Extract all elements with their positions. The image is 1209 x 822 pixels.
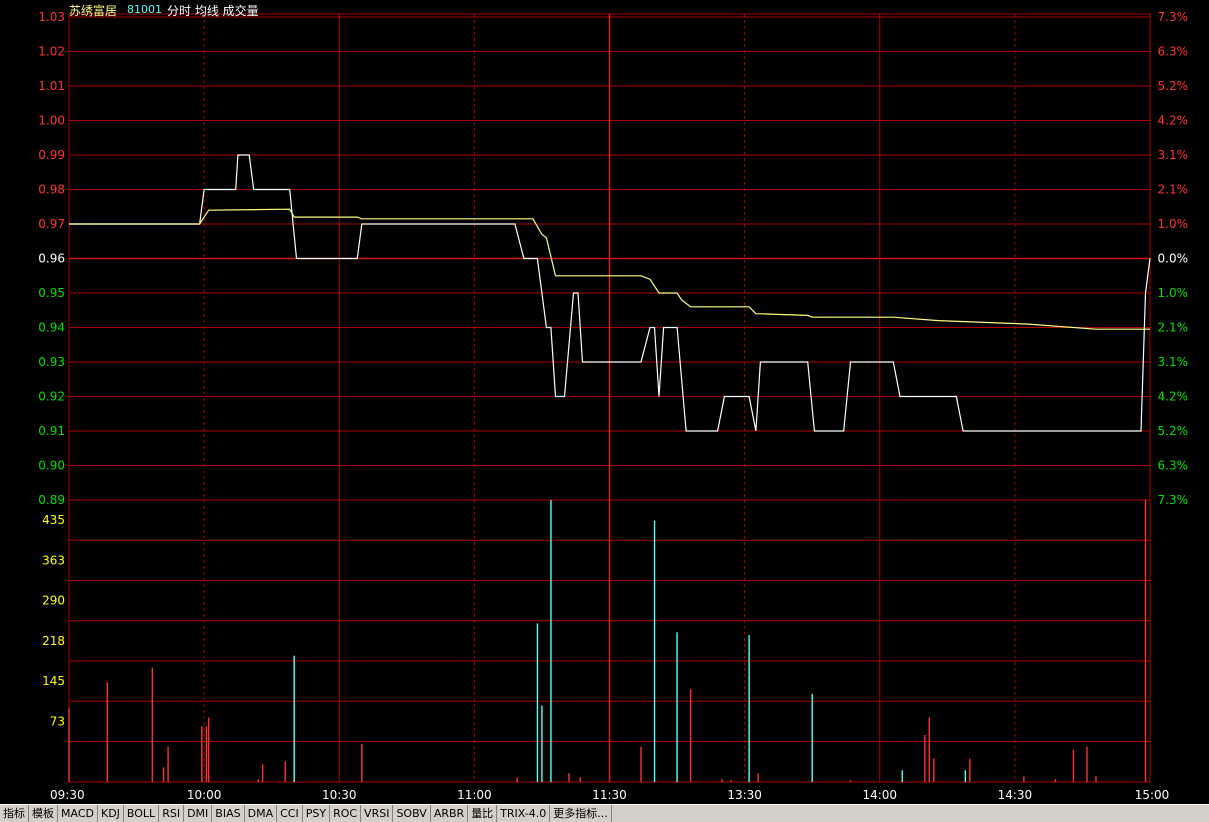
indicator-tab[interactable]: SOBV	[393, 805, 431, 822]
price-axis-label: 0.99	[38, 148, 65, 162]
percent-axis-label: 6.3%	[1158, 459, 1189, 473]
time-axis-label: 13:30	[727, 788, 762, 802]
indicator-tab[interactable]: ARBR	[431, 805, 469, 822]
percent-axis-label: 3.1%	[1158, 355, 1189, 369]
percent-axis-label: 5.2%	[1158, 79, 1189, 93]
percent-axis-label: 1.0%	[1158, 286, 1189, 300]
price-axis-label: 0.92	[38, 390, 65, 404]
price-axis-label: 0.93	[38, 355, 65, 369]
indicator-tab[interactable]: MACD	[58, 805, 98, 822]
indicator-tab[interactable]: VRSI	[361, 805, 394, 822]
price-axis-label: 0.89	[38, 493, 65, 507]
price-axis-label: 1.02	[38, 45, 65, 59]
indicator-tab[interactable]: PSY	[303, 805, 331, 822]
volume-axis-label: 145	[42, 674, 65, 688]
intraday-chart[interactable]: 1.03 1.02 1.01 1.00 0.99 0.98 0.97 0.96 0.95 0.94…	[0, 0, 1209, 804]
price-axis-label: 0.95	[38, 286, 65, 300]
stock-code: 81001	[127, 3, 162, 16]
price-axis-label: 1.01	[38, 79, 65, 93]
time-axis-label: 09:30	[50, 788, 85, 802]
indicator-tab[interactable]: ROC	[330, 805, 362, 822]
indicator-tab[interactable]: CCI	[277, 805, 303, 822]
time-axis-label: 15:00	[1135, 788, 1170, 802]
price-axis-label: 0.97	[38, 217, 65, 231]
price-axis-label: 0.94	[38, 321, 65, 335]
price-axis-label: 0.96	[38, 252, 65, 266]
time-axis-label: 14:00	[862, 788, 897, 802]
volume-axis-label: 218	[42, 634, 65, 648]
chart-indicator-label: 分时 均线 成交量	[167, 4, 259, 18]
volume-axis-label: 73	[50, 714, 65, 728]
price-axis-label: 1.03	[38, 10, 65, 24]
time-axis-label: 10:00	[187, 788, 222, 802]
time-axis-label: 14:30	[998, 788, 1033, 802]
time-axis-label: 10:30	[322, 788, 357, 802]
price-axis-label: 0.90	[38, 459, 65, 473]
percent-axis-label: 2.1%	[1158, 321, 1189, 335]
time-axis-label: 11:00	[457, 788, 492, 802]
indicator-tab[interactable]: TRIX-4.0	[497, 805, 551, 822]
percent-axis-label: 0.0%	[1158, 252, 1189, 266]
percent-axis-label: 3.1%	[1158, 148, 1189, 162]
indicator-tab[interactable]: 更多指标...	[550, 805, 612, 822]
indicator-tab[interactable]: 量比	[468, 805, 498, 822]
indicator-tab[interactable]: KDJ	[98, 805, 124, 822]
percent-axis-label: 1.0%	[1158, 217, 1189, 231]
indicator-tab-bar: 指标 模板 MACD KDJ BOLL RSI DMI BIAS DMA CCI PSY ROC VRS…	[0, 804, 1209, 822]
indicator-tab[interactable]: 指标	[0, 805, 29, 822]
volume-axis-label: 290	[42, 594, 65, 608]
indicator-tab[interactable]: DMA	[245, 805, 278, 822]
indicator-tab[interactable]: DMI	[184, 805, 213, 822]
volume-axis-label: 363	[42, 553, 65, 567]
stock-name: 苏绣富居	[69, 4, 118, 18]
percent-axis-label: 7.3%	[1158, 493, 1189, 507]
time-axis-label: 11:30	[592, 788, 627, 802]
indicator-tab[interactable]: BOLL	[124, 805, 160, 822]
price-axis-label: 1.00	[38, 114, 65, 128]
percent-axis-label: 5.2%	[1158, 424, 1189, 438]
percent-axis-label: 7.3%	[1158, 10, 1189, 24]
percent-axis-label: 6.3%	[1158, 45, 1189, 59]
indicator-tab[interactable]: 模板	[29, 805, 58, 822]
price-axis-label: 0.98	[38, 183, 65, 197]
indicator-tab[interactable]: RSI	[159, 805, 185, 822]
percent-axis-label: 2.1%	[1158, 183, 1189, 197]
percent-axis-label: 4.2%	[1158, 114, 1189, 128]
percent-axis-label: 4.2%	[1158, 390, 1189, 404]
volume-axis-label: 435	[42, 513, 65, 527]
indicator-tab[interactable]: BIAS	[212, 805, 245, 822]
price-axis-label: 0.91	[38, 424, 65, 438]
